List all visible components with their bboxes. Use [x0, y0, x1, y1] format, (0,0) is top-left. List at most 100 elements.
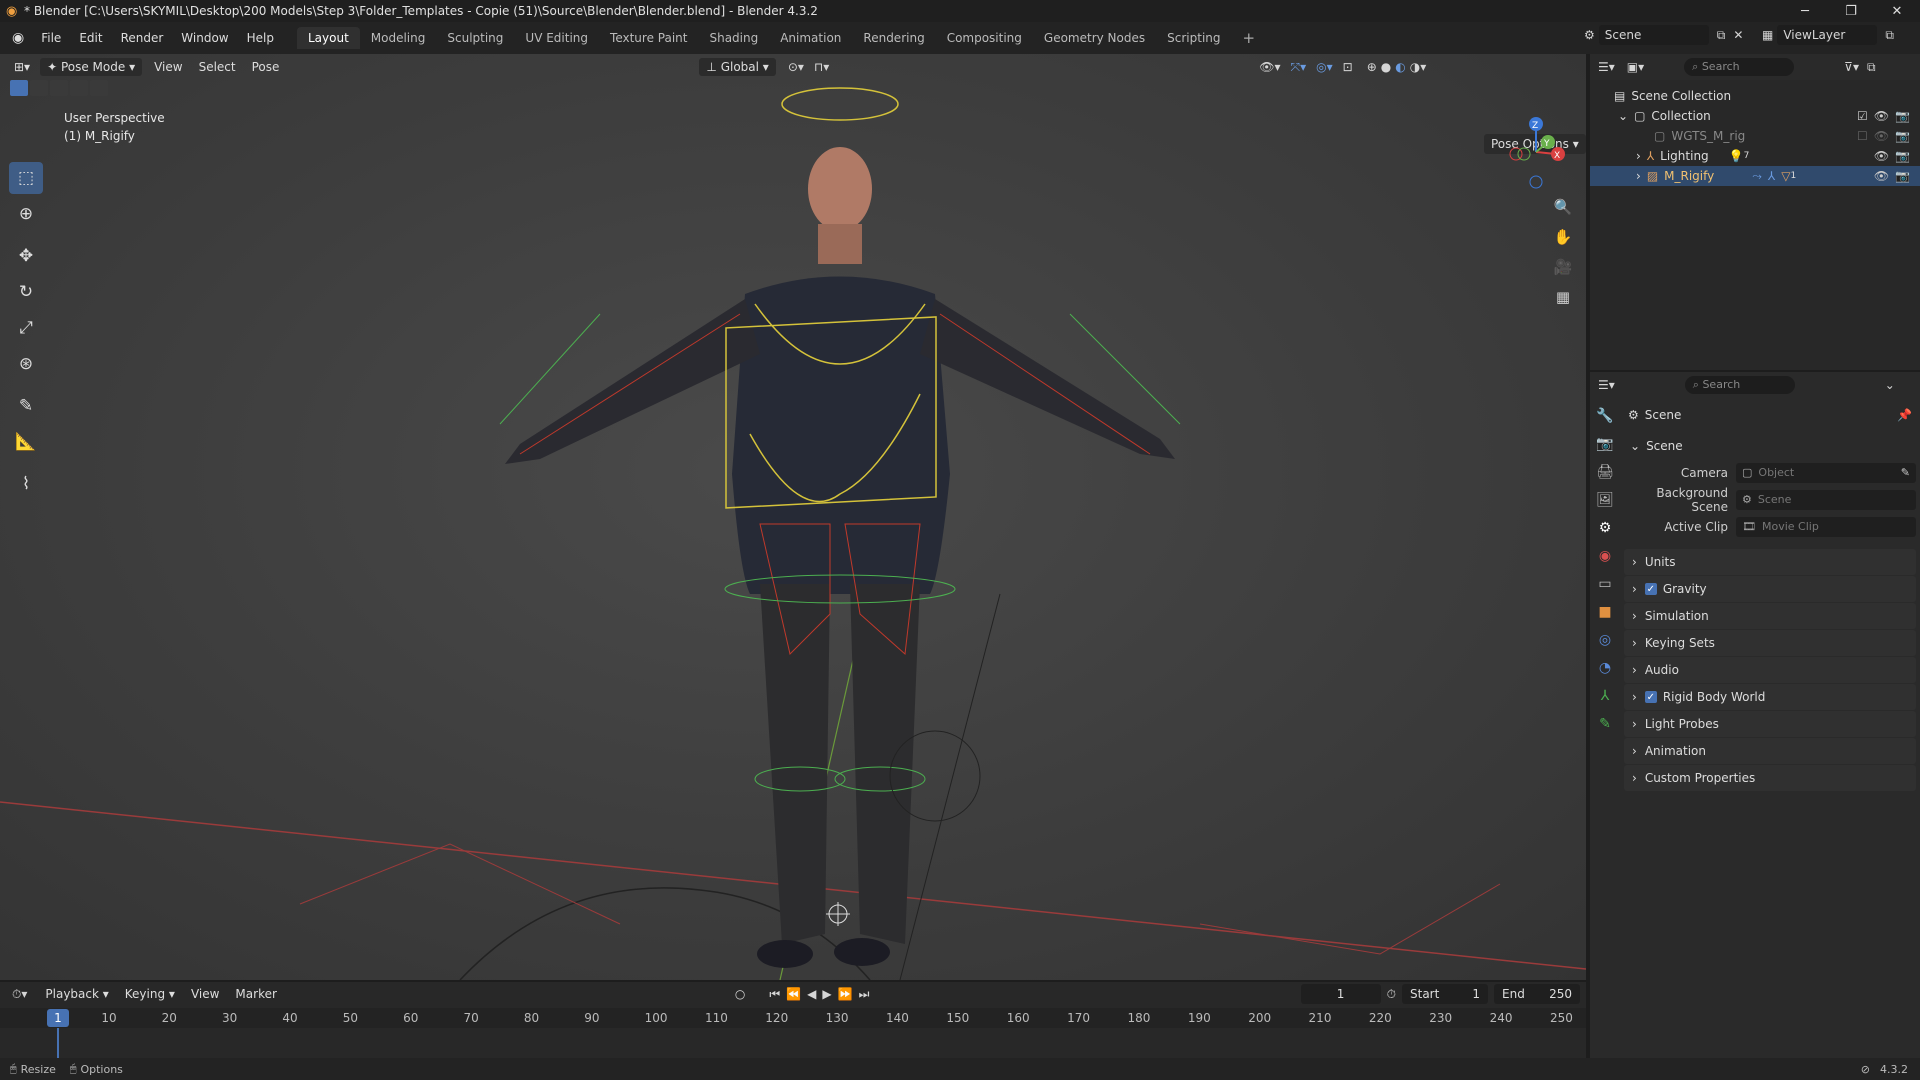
outliner-search-input[interactable]: ⌕ Search: [1684, 58, 1795, 76]
panel-animation[interactable]: › Animation: [1624, 738, 1916, 764]
expand-chevron-icon[interactable]: ›: [1632, 555, 1637, 569]
camera-icon[interactable]: 📷: [1895, 129, 1910, 143]
tab-sculpting[interactable]: Sculpting: [436, 27, 514, 49]
camera-icon[interactable]: 📷: [1895, 169, 1910, 183]
outliner-row-scene-collection[interactable]: ▤ Scene Collection: [1590, 86, 1920, 106]
world-tab-icon[interactable]: ◉: [1599, 542, 1611, 570]
menu-playback[interactable]: Playback ▾: [37, 987, 116, 1001]
expand-chevron-icon[interactable]: ›: [1632, 717, 1637, 731]
tab-animation[interactable]: Animation: [769, 27, 852, 49]
panel-simulation[interactable]: › Simulation: [1624, 603, 1916, 629]
background-scene-field[interactable]: ⚙ Scene: [1736, 489, 1916, 510]
maximize-button[interactable]: ❐: [1828, 0, 1874, 22]
expand-chevron-icon[interactable]: ›: [1632, 636, 1637, 650]
tab-modeling[interactable]: Modeling: [360, 27, 437, 49]
current-frame-field[interactable]: 1: [1300, 984, 1381, 1004]
active-clip-field[interactable]: 🎞 Movie Clip: [1736, 516, 1916, 537]
view-layer-tab-icon[interactable]: 🖼: [1596, 486, 1614, 514]
new-collection-icon[interactable]: ⧉: [1867, 60, 1876, 75]
display-mode-icon[interactable]: ▣▾: [1627, 60, 1644, 74]
menu-render[interactable]: Render: [112, 31, 173, 45]
checkbox-icon[interactable]: ☑: [1857, 109, 1868, 123]
close-button[interactable]: ✕: [1874, 0, 1920, 22]
tab-shading[interactable]: Shading: [698, 27, 769, 49]
outliner-row-wgts[interactable]: ▢ WGTS_M_rig ☐ 👁 📷: [1590, 126, 1920, 146]
scene-canvas[interactable]: [0, 54, 1586, 980]
character-mesh[interactable]: [505, 147, 1175, 968]
panel-keying-sets[interactable]: › Keying Sets: [1624, 630, 1916, 656]
expand-chevron-icon[interactable]: ⌄: [1618, 109, 1628, 123]
outliner-row-m-rigify[interactable]: › ▨ M_Rigify ⤳ ⅄ ▽ 1 👁 📷: [1590, 166, 1920, 186]
record-icon[interactable]: ○: [735, 987, 745, 1001]
expand-chevron-icon[interactable]: ›: [1632, 663, 1637, 677]
eye-icon[interactable]: 👁: [1874, 149, 1889, 163]
output-tab-icon[interactable]: 🖨: [1596, 458, 1614, 486]
expand-chevron-icon[interactable]: ›: [1632, 771, 1637, 785]
physics-tab-icon[interactable]: ◎: [1599, 626, 1611, 654]
new-view-layer-icon[interactable]: ⧉: [1885, 28, 1894, 43]
bone-tab-icon[interactable]: ✎: [1599, 710, 1611, 738]
eye-icon[interactable]: 👁: [1874, 109, 1889, 123]
outliner-row-lighting[interactable]: › ⅄ Lighting 💡 7 👁 📷: [1590, 146, 1920, 166]
stopwatch-icon[interactable]: ⏱: [1387, 987, 1396, 1002]
jump-end-icon[interactable]: ⏭: [859, 987, 870, 1002]
play-icon[interactable]: ▶: [822, 987, 831, 1001]
panel-units[interactable]: › Units: [1624, 549, 1916, 575]
expand-chevron-icon[interactable]: ›: [1632, 582, 1637, 596]
menu-window[interactable]: Window: [172, 31, 237, 45]
scene-tab-icon[interactable]: ⚙: [1599, 514, 1612, 542]
panel-light-probes[interactable]: › Light Probes: [1624, 711, 1916, 737]
tool-tab-icon[interactable]: 🔧: [1596, 402, 1613, 430]
tab-geometry-nodes[interactable]: Geometry Nodes: [1033, 27, 1156, 49]
object-tab-icon[interactable]: ■: [1598, 598, 1611, 626]
panel-custom-properties[interactable]: › Custom Properties: [1624, 765, 1916, 791]
panel-audio[interactable]: › Audio: [1624, 657, 1916, 683]
play-reverse-icon[interactable]: ◀: [807, 987, 816, 1001]
menu-file[interactable]: File: [32, 31, 70, 45]
render-tab-icon[interactable]: 📷: [1596, 430, 1613, 458]
panel-rigid-body-world[interactable]: › ✓ Rigid Body World: [1624, 684, 1916, 710]
expand-chevron-icon[interactable]: ›: [1632, 744, 1637, 758]
eye-icon[interactable]: 👁: [1874, 169, 1889, 183]
jump-start-icon[interactable]: ⏮: [769, 987, 780, 1002]
minimize-button[interactable]: ─: [1782, 0, 1828, 22]
tab-texture-paint[interactable]: Texture Paint: [599, 27, 698, 49]
add-workspace-icon[interactable]: +: [1232, 25, 1267, 51]
view-layer-name[interactable]: ViewLayer: [1777, 25, 1878, 45]
menu-marker[interactable]: Marker: [227, 987, 284, 1001]
next-keyframe-icon[interactable]: ⏩: [838, 987, 853, 1001]
tab-compositing[interactable]: Compositing: [936, 27, 1033, 49]
outliner-editor-type-icon[interactable]: ☰▾: [1598, 60, 1615, 74]
tab-uv-editing[interactable]: UV Editing: [514, 27, 599, 49]
panel-gravity[interactable]: › ✓ Gravity: [1624, 576, 1916, 602]
delete-scene-icon[interactable]: ✕: [1733, 28, 1743, 42]
camera-icon[interactable]: 📷: [1895, 109, 1910, 123]
camera-field[interactable]: ▢ Object ✎: [1736, 462, 1916, 483]
expand-chevron-icon[interactable]: ›: [1636, 169, 1641, 183]
new-scene-icon[interactable]: ⧉: [1717, 28, 1726, 43]
scene-section-header[interactable]: ⌄ Scene: [1624, 432, 1916, 459]
eye-icon[interactable]: 👁: [1874, 129, 1889, 143]
menu-help[interactable]: Help: [238, 31, 283, 45]
camera-icon[interactable]: 📷: [1895, 149, 1910, 163]
start-frame-field[interactable]: Start 1: [1402, 984, 1488, 1004]
current-frame-indicator[interactable]: 1: [47, 1009, 69, 1027]
data-tab-icon[interactable]: ⅄: [1601, 682, 1610, 710]
menu-edit[interactable]: Edit: [70, 31, 111, 45]
panel-checkbox[interactable]: ✓: [1644, 691, 1657, 703]
end-frame-field[interactable]: End 250: [1494, 984, 1580, 1004]
expand-chevron-icon[interactable]: ›: [1632, 690, 1637, 704]
tab-rendering[interactable]: Rendering: [852, 27, 935, 49]
properties-editor-type-icon[interactable]: ☰▾: [1598, 378, 1615, 392]
timeline-editor-type-icon[interactable]: ⏱▾: [12, 987, 27, 1002]
outliner-row-collection[interactable]: ⌄ ▢ Collection ☑ 👁 📷: [1590, 106, 1920, 126]
frame-ruler[interactable]: 1 10 20 30 40 50 60 70 80 90 100 110 120 130 140 150 16…: [0, 1008, 1586, 1028]
prev-keyframe-icon[interactable]: ⏪: [786, 987, 801, 1001]
eyedropper-icon[interactable]: ✎: [1901, 466, 1910, 479]
playhead[interactable]: [57, 1028, 59, 1058]
panel-checkbox[interactable]: ✓: [1644, 583, 1657, 595]
pin-icon[interactable]: 📌: [1897, 408, 1912, 422]
collection-tab-icon[interactable]: ▭: [1598, 570, 1611, 598]
menu-timeline-view[interactable]: View: [183, 987, 227, 1001]
properties-search-input[interactable]: ⌕ Search: [1684, 376, 1795, 394]
